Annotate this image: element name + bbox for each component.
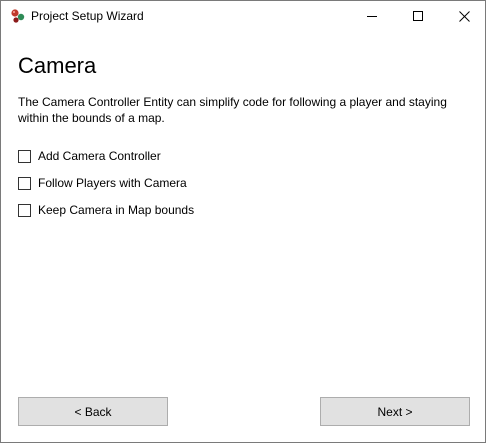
close-button[interactable] (441, 1, 486, 31)
add-camera-controller-checkbox[interactable] (18, 149, 31, 163)
option-add-camera-controller[interactable]: Add Camera Controller (18, 149, 194, 163)
option-label[interactable]: Keep Camera in Map bounds (38, 203, 194, 217)
wizard-window: Project Setup Wizard Camera The Camera C… (0, 0, 486, 443)
option-follow-players[interactable]: Follow Players with Camera (18, 176, 194, 190)
app-icon (10, 8, 26, 24)
minimize-button[interactable] (349, 1, 395, 31)
back-button[interactable]: < Back (18, 397, 168, 426)
page-heading: Camera (18, 53, 97, 78)
close-icon (458, 10, 470, 22)
page-description: The Camera Controller Entity can simplif… (18, 95, 447, 125)
options-list: Add Camera Controller Follow Players wit… (18, 149, 194, 230)
option-label[interactable]: Follow Players with Camera (38, 176, 187, 190)
window-title: Project Setup Wizard (31, 9, 144, 23)
option-label[interactable]: Add Camera Controller (38, 149, 161, 163)
keep-in-map-bounds-checkbox[interactable] (18, 203, 31, 217)
option-keep-in-bounds[interactable]: Keep Camera in Map bounds (18, 203, 194, 217)
follow-players-checkbox[interactable] (18, 176, 31, 190)
next-button[interactable]: Next > (320, 397, 470, 426)
maximize-icon (413, 11, 423, 21)
maximize-button[interactable] (395, 1, 441, 31)
title-bar[interactable]: Project Setup Wizard (1, 1, 485, 32)
minimize-icon (367, 16, 377, 17)
